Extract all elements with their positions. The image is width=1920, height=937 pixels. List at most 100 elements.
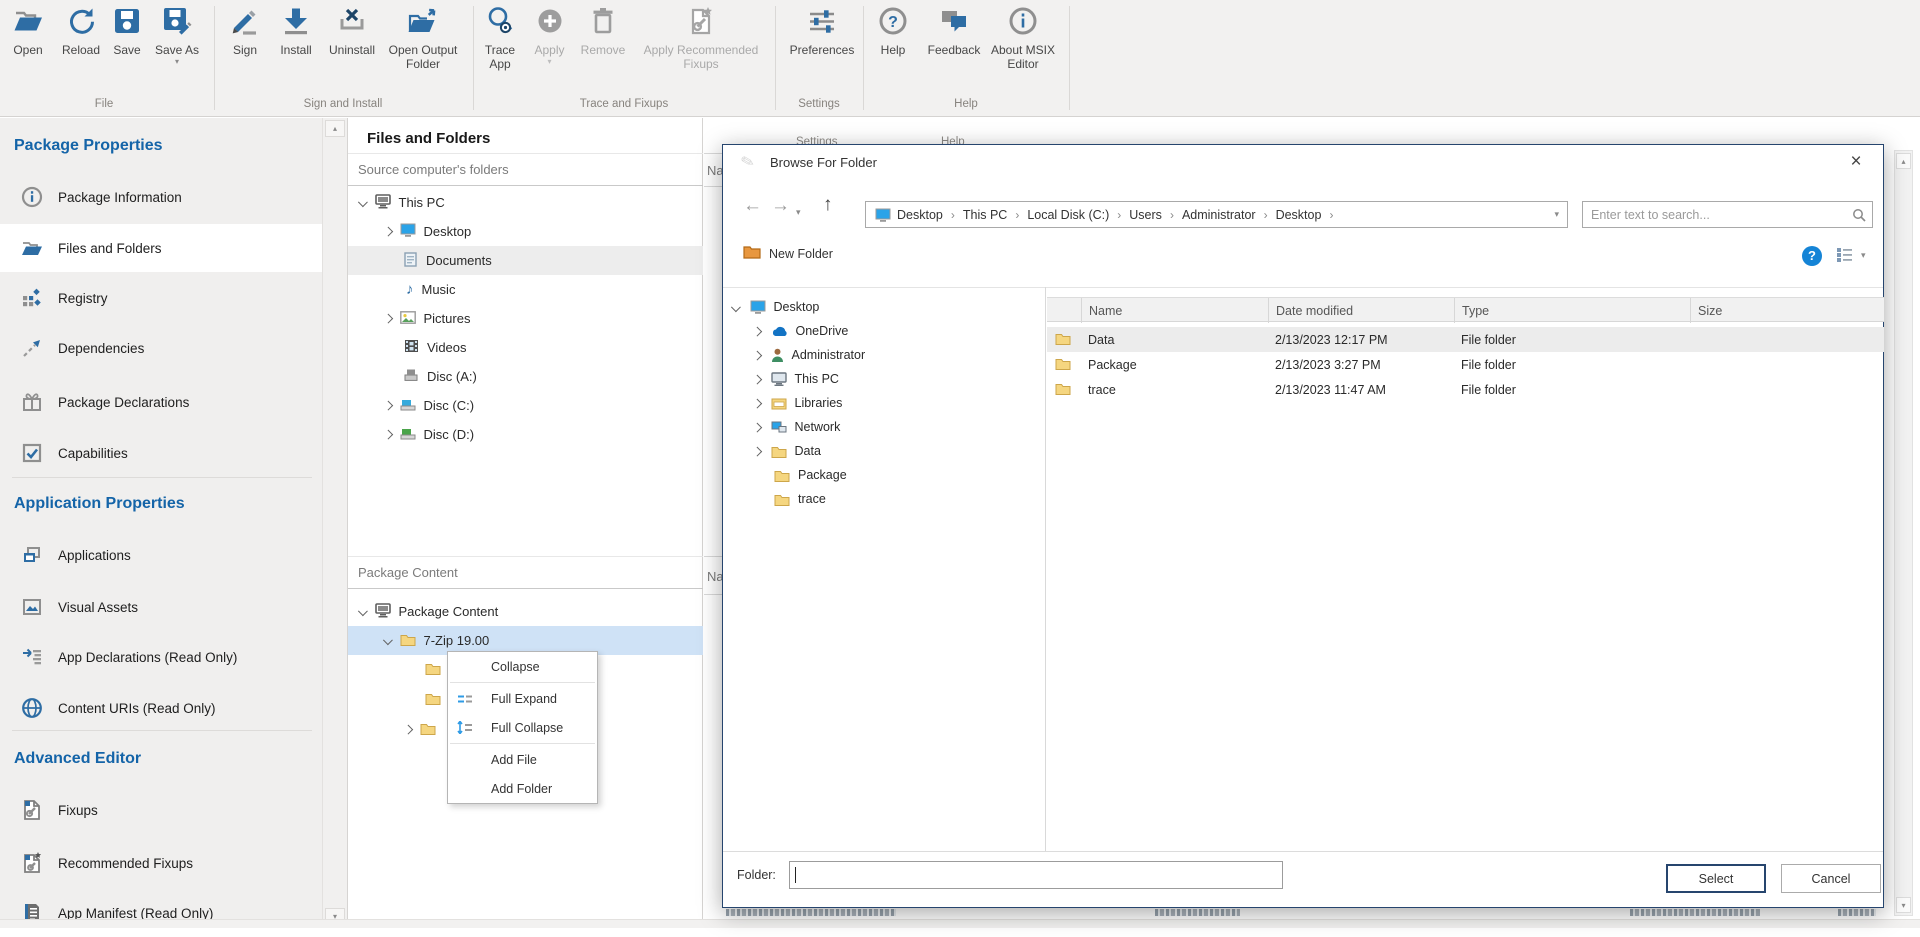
chevron-right-icon[interactable] — [753, 350, 762, 359]
chevron-down-icon[interactable] — [732, 302, 741, 311]
breadcrumb-dropdown-icon[interactable]: ▾ — [1554, 209, 1559, 220]
column-header-size[interactable]: Size — [1690, 298, 1884, 323]
help-button[interactable]: ? Help — [871, 6, 915, 57]
folder-input[interactable] — [790, 862, 1282, 888]
sidebar-item-files-and-folders[interactable]: Files and Folders — [0, 224, 322, 272]
sign-button[interactable]: Sign — [222, 6, 268, 57]
sidebar-item-content-uris[interactable]: Content URIs (Read Only) — [0, 684, 322, 732]
scroll-up-icon[interactable]: ▴ — [1896, 153, 1911, 169]
list-row-data[interactable]: Data 2/13/2023 12:17 PM File folder — [1047, 327, 1884, 352]
sidebar-item-visual-assets[interactable]: Visual Assets — [0, 583, 322, 631]
menu-item-add-folder[interactable]: Add Folder — [448, 774, 597, 803]
open-output-folder-button[interactable]: Open Output Folder — [382, 6, 464, 71]
apply-recommended-fixups-button[interactable]: Apply Recommended Fixups — [640, 6, 762, 71]
dialog-tree-libraries[interactable]: Libraries — [724, 391, 842, 415]
chevron-right-icon[interactable] — [753, 326, 762, 335]
tree-item-disc-c[interactable]: Disc (C:) — [348, 391, 703, 420]
open-button[interactable]: Open — [6, 6, 50, 57]
chevron-right-icon[interactable] — [753, 374, 762, 383]
reload-button[interactable]: Reload — [56, 6, 106, 57]
tree-item-desktop[interactable]: Desktop — [348, 217, 703, 246]
sidebar-item-fixups[interactable]: Fixups — [0, 786, 322, 834]
chevron-right-icon[interactable] — [753, 446, 762, 455]
search-icon[interactable] — [1852, 208, 1866, 225]
sidebar-item-registry[interactable]: Registry — [0, 274, 322, 322]
sidebar-item-dependencies[interactable]: Dependencies — [0, 324, 322, 372]
content-scrollbar[interactable]: ▴ ▾ — [1894, 150, 1913, 916]
save-as-dropdown-icon[interactable]: ▾ — [148, 58, 206, 66]
menu-item-add-file[interactable]: Add File — [448, 745, 597, 774]
tree-item-music[interactable]: ♪ Music — [348, 275, 703, 304]
install-button[interactable]: Install — [270, 6, 322, 57]
dialog-tree-onedrive[interactable]: OneDrive — [724, 319, 848, 343]
breadcrumb-segment[interactable]: This PC — [963, 208, 1007, 222]
uninstall-button[interactable]: Uninstall — [320, 6, 384, 57]
breadcrumb-segment[interactable]: Administrator — [1182, 208, 1256, 222]
menu-item-collapse[interactable]: Collapse — [448, 652, 597, 681]
breadcrumb-segment[interactable]: Users — [1129, 208, 1162, 222]
dialog-tree-desktop[interactable]: Desktop — [724, 295, 819, 319]
list-row-trace[interactable]: trace 2/13/2023 11:47 AM File folder — [1047, 377, 1884, 402]
chevron-right-icon[interactable] — [384, 401, 393, 410]
sidebar-item-package-declarations[interactable]: Package Declarations — [0, 378, 322, 426]
breadcrumb[interactable]: Desktop › This PC › Local Disk (C:) › Us… — [865, 201, 1568, 228]
save-button[interactable]: Save — [106, 6, 148, 57]
view-mode-icon[interactable] — [1836, 247, 1853, 265]
tree-item-documents[interactable]: Documents — [348, 246, 703, 275]
chevron-right-icon[interactable] — [753, 422, 762, 431]
column-header-date-modified[interactable]: Date modified — [1268, 298, 1454, 323]
tree-item-pictures[interactable]: Pictures — [348, 304, 703, 333]
sidebar-item-app-declarations[interactable]: App Declarations (Read Only) — [0, 633, 322, 681]
dialog-tree-data[interactable]: Data — [724, 439, 821, 463]
up-icon[interactable]: ↑ — [823, 195, 833, 215]
save-as-button[interactable]: Save As ▾ — [148, 6, 206, 66]
sidebar-item-package-information[interactable]: Package Information — [0, 173, 322, 221]
dialog-tree-package[interactable]: Package — [724, 463, 847, 487]
breadcrumb-segment[interactable]: Local Disk (C:) — [1027, 208, 1109, 222]
chevron-right-icon[interactable] — [384, 227, 393, 236]
menu-item-full-expand[interactable]: Full Expand — [448, 684, 597, 713]
chevron-right-icon[interactable] — [384, 314, 393, 323]
sidebar-item-app-manifest[interactable]: App Manifest (Read Only) — [0, 889, 322, 937]
dialog-tree-trace[interactable]: trace — [724, 487, 826, 511]
sidebar-item-capabilities[interactable]: Capabilities — [0, 429, 322, 477]
view-mode-dropdown-icon[interactable]: ▾ — [1861, 250, 1866, 261]
menu-item-full-collapse[interactable]: Full Collapse — [448, 713, 597, 742]
chevron-down-icon[interactable] — [384, 636, 393, 645]
remove-button[interactable]: Remove — [574, 6, 632, 57]
tree-item-this-pc[interactable]: This PC — [348, 188, 703, 217]
chevron-down-icon[interactable] — [359, 607, 368, 616]
tree-item-disc-a[interactable]: Disc (A:) — [348, 362, 703, 391]
column-header-name[interactable]: Name — [1081, 298, 1268, 323]
tree-item-videos[interactable]: Videos — [348, 333, 703, 362]
sidebar-item-applications[interactable]: Applications — [0, 531, 322, 579]
chevron-right-icon[interactable] — [753, 398, 762, 407]
apply-button[interactable]: Apply ▾ — [527, 6, 572, 66]
feedback-button[interactable]: Feedback — [920, 6, 988, 57]
history-dropdown-icon[interactable]: ▾ — [796, 202, 801, 222]
close-icon[interactable]: × — [1841, 149, 1871, 175]
tree-item-disc-d[interactable]: Disc (D:) — [348, 420, 703, 449]
breadcrumb-segment[interactable]: Desktop — [1276, 208, 1322, 222]
sidebar-item-recommended-fixups[interactable]: Recommended Fixups — [0, 839, 322, 887]
dialog-tree-network[interactable]: Network — [724, 415, 840, 439]
list-row-package[interactable]: Package 2/13/2023 3:27 PM File folder — [1047, 352, 1884, 377]
chevron-right-icon[interactable] — [404, 725, 413, 734]
cancel-button[interactable]: Cancel — [1781, 864, 1881, 893]
tree-list-splitter[interactable] — [1045, 287, 1046, 851]
select-button[interactable]: Select — [1666, 864, 1766, 893]
new-folder-button[interactable]: New Folder — [743, 245, 833, 262]
scroll-down-icon[interactable]: ▾ — [1896, 897, 1911, 913]
back-icon[interactable]: ← — [743, 196, 762, 216]
breadcrumb-segment[interactable]: Desktop — [897, 208, 943, 222]
dialog-help-icon[interactable]: ? — [1802, 246, 1822, 266]
tree-item-package-content-root[interactable]: Package Content — [348, 597, 703, 626]
chevron-down-icon[interactable] — [359, 198, 368, 207]
dialog-tree-administrator[interactable]: Administrator — [724, 343, 865, 367]
about-msix-editor-button[interactable]: About MSIX Editor — [988, 6, 1058, 71]
search-input[interactable] — [1591, 204, 1841, 225]
trace-app-button[interactable]: Trace App — [477, 6, 523, 71]
forward-icon[interactable]: → — [771, 196, 790, 216]
dialog-tree-this-pc[interactable]: This PC — [724, 367, 839, 391]
scroll-up-icon[interactable]: ▴ — [325, 120, 345, 137]
